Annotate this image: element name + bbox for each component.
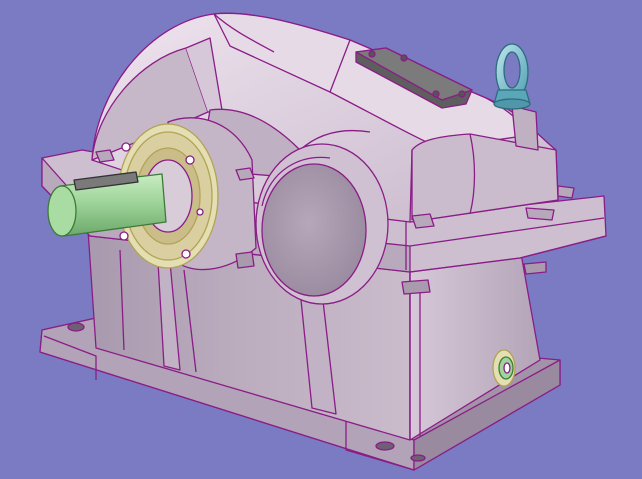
eye-bolt bbox=[493, 43, 531, 110]
oil-level-plug bbox=[492, 349, 516, 387]
output-bearing-housing bbox=[255, 143, 389, 305]
gearbox-model[interactable] bbox=[0, 0, 642, 479]
cad-3d-viewport[interactable] bbox=[0, 0, 642, 479]
